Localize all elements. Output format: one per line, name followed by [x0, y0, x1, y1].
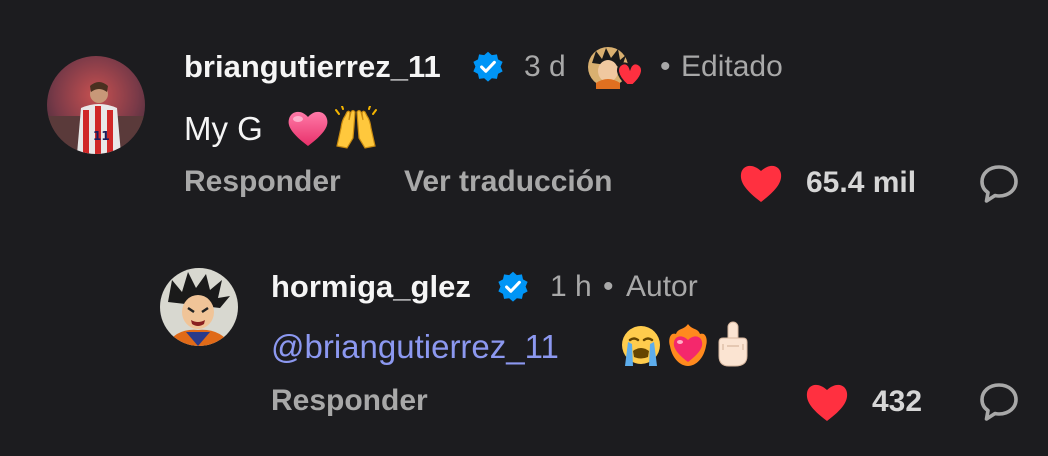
like-heart-icon[interactable]	[804, 381, 850, 423]
edited-label: Editado	[681, 50, 783, 83]
reply-avatar[interactable]	[160, 268, 238, 346]
reply-username[interactable]: hormiga_glez	[271, 269, 471, 305]
separator-dot: •	[603, 270, 614, 303]
author-liked-indicator	[586, 45, 650, 89]
raising-hands-emoji-icon	[333, 106, 379, 150]
comment-timestamp: 3 d	[524, 50, 566, 83]
pink-heart-emoji-icon	[286, 108, 330, 148]
reply-button[interactable]: Responder	[271, 384, 428, 418]
like-count: 432	[872, 385, 923, 418]
verified-badge-icon	[496, 270, 530, 304]
middle-finger-emoji-icon	[713, 320, 753, 368]
svg-text:11: 11	[93, 129, 110, 143]
like-heart-icon[interactable]	[738, 162, 784, 204]
reply-button[interactable]: Responder	[184, 165, 341, 199]
separator-dot: •	[660, 50, 671, 83]
crying-face-emoji-icon	[619, 324, 663, 368]
reply-timestamp: 1 h	[550, 270, 592, 303]
like-count: 65.4 mil	[806, 166, 917, 199]
mention-link[interactable]: @briangutierrez_11	[271, 328, 559, 366]
comment-username[interactable]: briangutierrez_11	[184, 49, 441, 85]
comment-text: My G	[184, 110, 263, 147]
see-translation-button[interactable]: Ver traducción	[404, 165, 612, 199]
avatar[interactable]: 11	[47, 56, 145, 154]
heart-on-fire-emoji-icon	[666, 322, 710, 368]
comment-bubble-icon[interactable]	[978, 163, 1020, 205]
comment-bubble-icon[interactable]	[978, 381, 1020, 423]
author-label: Autor	[626, 270, 698, 303]
verified-badge-icon	[471, 50, 505, 84]
